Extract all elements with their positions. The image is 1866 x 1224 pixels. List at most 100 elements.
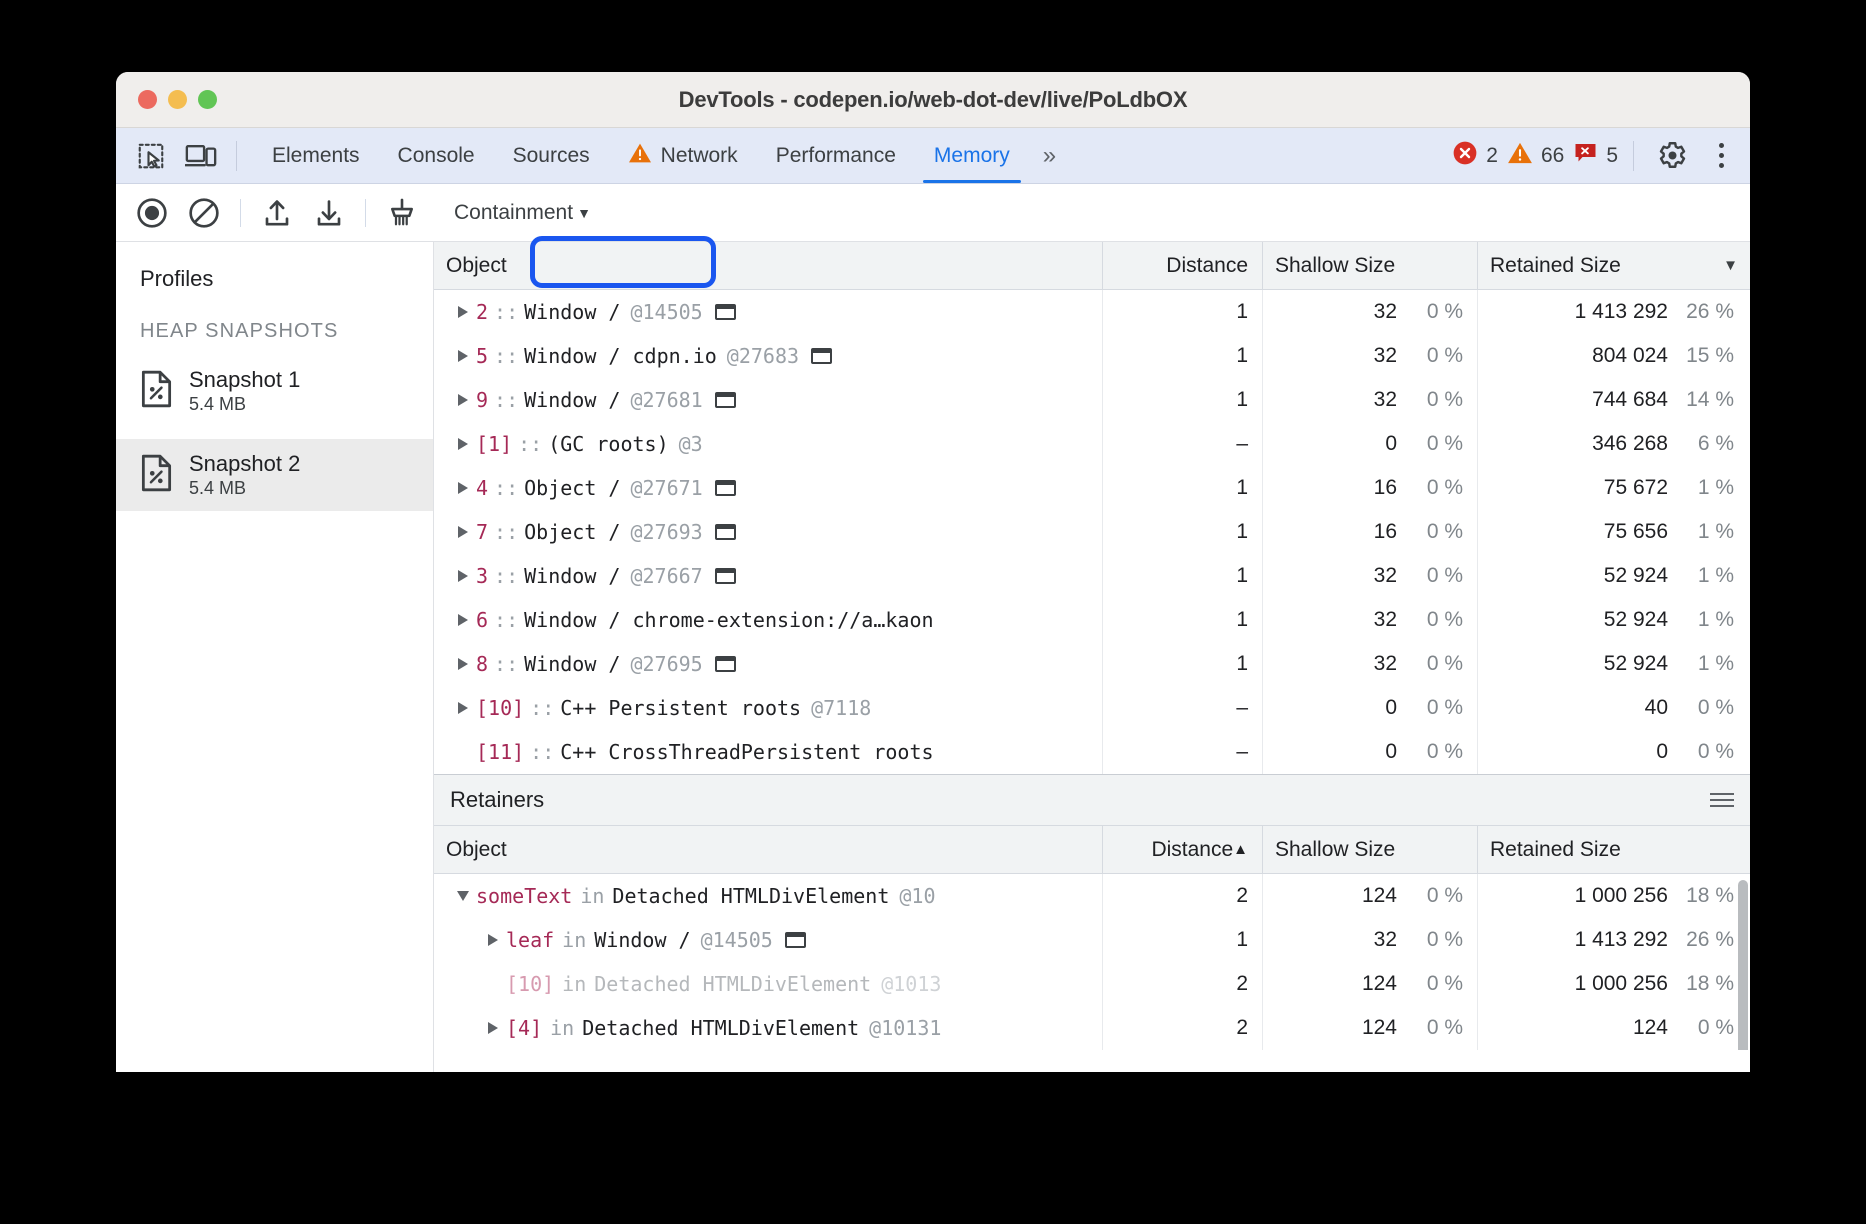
gear-icon[interactable] [1649, 133, 1695, 179]
tab-performance[interactable]: Performance [757, 128, 915, 183]
retainers-menu-icon[interactable] [1710, 793, 1734, 807]
cell-retained-size-value: 1 000 256 [1575, 972, 1668, 996]
table-row[interactable]: 6::Window / chrome-extension://a…kaon132… [434, 598, 1750, 642]
object-id: @27671 [620, 476, 702, 500]
expand-triangle-icon[interactable] [450, 482, 476, 494]
object-index: 7 [476, 520, 488, 544]
kebab-menu-icon[interactable] [1704, 133, 1738, 179]
more-tabs-icon[interactable]: » [1029, 142, 1067, 170]
cell-shallow-size-value: 124 [1362, 884, 1397, 908]
retainers-column-header-shallow-size[interactable]: Shallow Size [1263, 826, 1478, 873]
expand-triangle-icon[interactable] [450, 614, 476, 626]
column-header-retained-size[interactable]: Retained Size ▼ [1478, 242, 1750, 289]
expand-triangle-icon[interactable] [450, 350, 476, 362]
column-header-distance[interactable]: Distance [1103, 242, 1263, 289]
object-separator: :: [488, 652, 524, 676]
table-row[interactable]: leafinWindow /@145051320 %1 413 29226 % [434, 918, 1750, 962]
profiles-title: Profiles [116, 242, 433, 292]
collapse-triangle-icon[interactable] [450, 891, 476, 901]
column-header-object[interactable]: Object [434, 242, 1103, 289]
retainers-column-header-object[interactable]: Object [434, 826, 1103, 873]
table-row[interactable]: [1]::(GC roots) @3–00 %346 2686 % [434, 422, 1750, 466]
view-select[interactable]: Containment ▼ [442, 193, 601, 233]
retainers-column-header-retained-size[interactable]: Retained Size [1478, 826, 1750, 873]
record-button[interactable] [128, 189, 176, 237]
table-row[interactable]: 4::Object / @276711160 %75 6721 % [434, 466, 1750, 510]
retainers-column-header-distance[interactable]: Distance ▲ [1103, 826, 1263, 873]
issue-count[interactable]: 5 [1573, 141, 1618, 171]
view-select-label: Containment [454, 201, 573, 225]
collect-garbage-button[interactable] [378, 189, 426, 237]
expand-triangle-icon[interactable] [450, 658, 476, 670]
table-row[interactable]: [4]inDetached HTMLDivElement@1013121240 … [434, 1006, 1750, 1050]
expand-triangle-icon[interactable] [450, 526, 476, 538]
sort-ascending-icon: ▲ [1233, 841, 1248, 858]
table-row[interactable]: 7::Object / @276931160 %75 6561 % [434, 510, 1750, 554]
expand-triangle-icon[interactable] [450, 306, 476, 318]
retainers-column-header-distance-label: Distance [1151, 838, 1233, 862]
expand-triangle-icon[interactable] [450, 438, 476, 450]
tab-memory[interactable]: Memory [915, 128, 1029, 183]
cell-retained-percent: 1 % [1682, 564, 1734, 588]
device-toolbar-icon[interactable] [180, 135, 222, 177]
tab-console[interactable]: Console [379, 128, 494, 183]
table-row[interactable]: 2::Window / @145051320 %1 413 29226 % [434, 290, 1750, 334]
cell-retained-size: 75 6561 % [1478, 510, 1750, 554]
table-row[interactable]: [11]::C++ CrossThreadPersistent roots–00… [434, 730, 1750, 774]
cell-shallow-percent: 0 % [1411, 608, 1463, 632]
snapshot-2-name: Snapshot 2 [189, 451, 300, 477]
table-row[interactable]: 9::Window / @276811320 %744 68414 % [434, 378, 1750, 422]
object-separator: :: [524, 696, 560, 720]
object-name: Window / [524, 388, 620, 412]
clear-button[interactable] [180, 189, 228, 237]
column-header-shallow-size[interactable]: Shallow Size [1263, 242, 1478, 289]
save-profile-button[interactable] [305, 189, 353, 237]
cell-retained-percent: 1 % [1682, 520, 1734, 544]
cell-shallow-size-value: 124 [1362, 972, 1397, 996]
sidebar-item-snapshot-1[interactable]: Snapshot 1 5.4 MB [116, 355, 433, 427]
retainers-grid-header: Object Distance ▲ Shallow Size Retained … [434, 826, 1750, 874]
load-profile-button[interactable] [253, 189, 301, 237]
table-row[interactable]: someTextinDetached HTMLDivElement@102124… [434, 874, 1750, 918]
table-row[interactable]: 3::Window / @276671320 %52 9241 % [434, 554, 1750, 598]
table-row[interactable]: 5::Window / cdpn.io@276831320 %804 02415… [434, 334, 1750, 378]
error-count[interactable]: 2 [1452, 140, 1498, 172]
tab-elements[interactable]: Elements [253, 128, 379, 183]
expand-triangle-icon[interactable] [480, 934, 506, 946]
window-badge-icon [715, 480, 736, 496]
sort-descending-icon: ▼ [1723, 257, 1738, 274]
retainer-object-id: @1013 [871, 972, 941, 996]
cell-retained-percent: 26 % [1682, 300, 1734, 324]
sidebar-item-snapshot-2[interactable]: Snapshot 2 5.4 MB [116, 439, 433, 511]
cell-shallow-size: 320 % [1263, 598, 1478, 642]
retainers-header-bar: Retainers [434, 774, 1750, 826]
cell-shallow-percent: 0 % [1411, 1016, 1463, 1040]
expand-triangle-icon[interactable] [450, 570, 476, 582]
table-row[interactable]: 8::Window / @276951320 %52 9241 % [434, 642, 1750, 686]
expand-triangle-icon[interactable] [450, 702, 476, 714]
cell-retained-size: 52 9241 % [1478, 642, 1750, 686]
tab-network[interactable]: Network [609, 128, 757, 183]
tab-elements-label: Elements [272, 144, 360, 168]
cell-shallow-size-value: 32 [1374, 344, 1397, 368]
window-badge-icon [715, 524, 736, 540]
cell-shallow-size: 1240 % [1263, 874, 1478, 918]
expand-triangle-icon[interactable] [480, 1022, 506, 1034]
expand-triangle-icon[interactable] [450, 394, 476, 406]
object-separator: :: [488, 388, 524, 412]
containment-grid-header: Object Distance Shallow Size Retained Si… [434, 242, 1750, 290]
cell-object: 4::Object / @27671 [434, 466, 1103, 510]
panel-tabs: Elements Console Sources [253, 128, 1029, 183]
warning-count[interactable]: 66 [1507, 141, 1564, 171]
snapshot-2-size: 5.4 MB [189, 478, 300, 499]
object-index: 5 [476, 344, 488, 368]
table-row[interactable]: [10]::C++ Persistent roots @7118–00 %400… [434, 686, 1750, 730]
cell-retained-percent: 1 % [1682, 608, 1734, 632]
table-row[interactable]: [10]inDetached HTMLDivElement@101321240 … [434, 962, 1750, 1006]
object-id: @27683 [717, 344, 799, 368]
cell-retained-percent: 18 % [1682, 972, 1734, 996]
tab-sources[interactable]: Sources [494, 128, 609, 183]
cell-retained-percent: 1 % [1682, 652, 1734, 676]
retainers-scrollbar[interactable] [1738, 880, 1748, 1050]
inspect-element-icon[interactable] [130, 135, 172, 177]
